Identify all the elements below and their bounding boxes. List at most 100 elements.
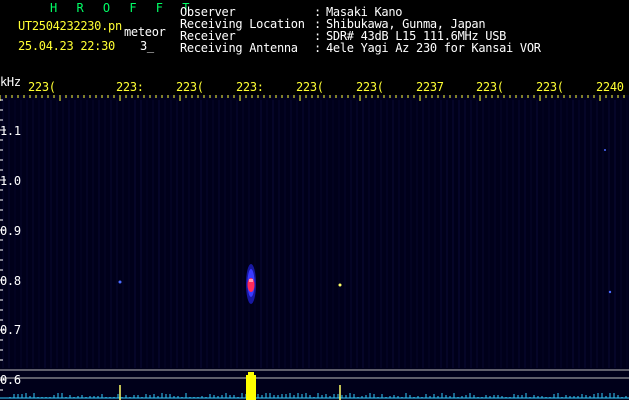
noise-column <box>578 100 580 368</box>
noise-dot <box>604 149 606 151</box>
noise-column <box>554 100 556 368</box>
noise-column <box>116 100 118 368</box>
noise-column <box>458 100 460 368</box>
noise-column <box>626 100 628 368</box>
noise-column <box>404 100 406 368</box>
noise-column <box>494 100 496 368</box>
noise-column <box>188 100 190 368</box>
noise-column <box>620 100 622 368</box>
noise-column <box>470 100 472 368</box>
noise-column <box>434 100 436 368</box>
noise-dot <box>338 283 342 287</box>
filename-label: UT2504232230.pn <box>18 19 122 33</box>
time-tick-label: 223( <box>536 80 564 94</box>
noise-column <box>512 100 514 368</box>
noise-column <box>482 100 484 368</box>
noise-column <box>38 100 40 368</box>
noise-column <box>74 100 76 368</box>
brand-label: H R O F F T <box>50 1 196 15</box>
time-tick-label: 223( <box>476 80 504 94</box>
noise-column <box>110 100 112 368</box>
frequency-unit-label: kHz <box>0 75 21 89</box>
noise-column <box>146 100 148 368</box>
noise-column <box>566 100 568 368</box>
noise-column <box>476 100 478 368</box>
noise-column <box>392 100 394 368</box>
noise-column <box>314 100 316 368</box>
time-tick-label: 223( <box>28 80 56 94</box>
noise-column <box>122 100 124 368</box>
noise-column <box>344 100 346 368</box>
time-tick-label: 223( <box>296 80 324 94</box>
noise-column <box>62 100 64 368</box>
noise-column <box>194 100 196 368</box>
frequency-tick-label: 0.8 <box>0 274 21 288</box>
antenna-value: 4ele Yagi Az 230 for Kansai VOR <box>326 41 541 55</box>
noise-column <box>380 100 382 368</box>
noise-column <box>500 100 502 368</box>
frequency-tick-label: 0.9 <box>0 224 21 238</box>
time-tick-label: 223( <box>356 80 384 94</box>
noise-column <box>524 100 526 368</box>
noise-dot <box>118 280 122 284</box>
noise-column <box>560 100 562 368</box>
noise-column <box>386 100 388 368</box>
noise-column <box>446 100 448 368</box>
noise-column <box>68 100 70 368</box>
noise-column <box>584 100 586 368</box>
noise-column <box>368 100 370 368</box>
noise-column <box>452 100 454 368</box>
noise-column <box>602 100 604 368</box>
noise-column <box>320 100 322 368</box>
noise-column <box>362 100 364 368</box>
noise-column <box>176 100 178 368</box>
noise-column <box>356 100 358 368</box>
noise-column <box>128 100 130 368</box>
noise-column <box>488 100 490 368</box>
noise-column <box>200 100 202 368</box>
noise-column <box>272 100 274 368</box>
noise-column <box>284 100 286 368</box>
noise-column <box>44 100 46 368</box>
noise-column <box>338 100 340 368</box>
datetime-label: 25.04.23 22:30 <box>18 39 115 53</box>
noise-column <box>158 100 160 368</box>
noise-column <box>326 100 328 368</box>
antenna-label: Receiving Antenna <box>180 41 298 55</box>
noise-column <box>86 100 88 368</box>
noise-column <box>350 100 352 368</box>
noise-column <box>218 100 220 368</box>
noise-column <box>236 100 238 368</box>
noise-column <box>140 100 142 368</box>
noise-column <box>374 100 376 368</box>
noise-column <box>296 100 298 368</box>
noise-column <box>398 100 400 368</box>
noise-column <box>278 100 280 368</box>
separator: : <box>314 41 321 55</box>
noise-column <box>536 100 538 368</box>
noise-column <box>224 100 226 368</box>
noise-column <box>422 100 424 368</box>
spectrogram-window: { "header": { "brand": "H R O F F T", "f… <box>0 0 629 400</box>
noise-column <box>56 100 58 368</box>
frequency-tick-label: 0.6 <box>0 373 21 387</box>
noise-column <box>410 100 412 368</box>
frequency-tick-label: 1.0 <box>0 174 21 188</box>
meteor-echo <box>246 264 256 304</box>
noise-column <box>428 100 430 368</box>
noise-column <box>206 100 208 368</box>
noise-column <box>530 100 532 368</box>
signal-spike-cap <box>248 372 254 376</box>
noise-column <box>572 100 574 368</box>
mode-label: meteor <box>124 25 166 39</box>
noise-dot <box>608 290 612 294</box>
noise-column <box>302 100 304 368</box>
noise-column <box>104 100 106 368</box>
noise-column <box>596 100 598 368</box>
noise-column <box>518 100 520 368</box>
noise-column <box>464 100 466 368</box>
time-tick-label: 2237 <box>416 80 444 94</box>
time-tick-label: 223: <box>236 80 264 94</box>
frequency-tick-label: 1.1 <box>0 124 21 138</box>
noise-column <box>416 100 418 368</box>
